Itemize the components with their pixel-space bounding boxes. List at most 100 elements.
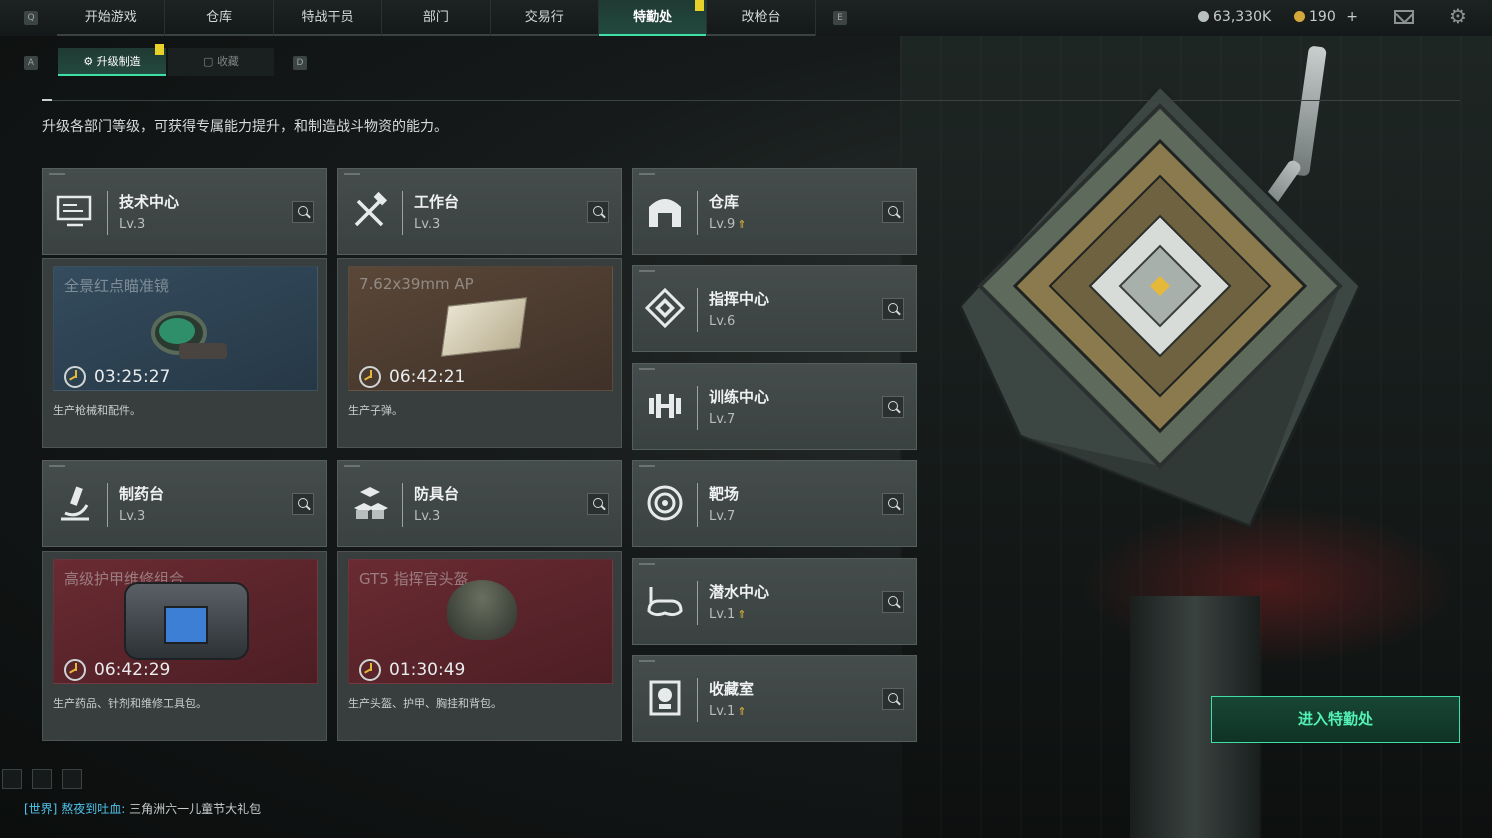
search-icon[interactable] [882,688,904,710]
production-timer: 01:30:49 [389,660,466,680]
dept-name: 工作台 [414,193,460,211]
card-tag [639,563,655,565]
dept-card-pharmacy[interactable]: 制药台 Lv.3 [42,460,327,547]
page-description: 升级各部门等级，可获得专属能力提升，和制造战斗物资的能力。 [42,119,448,135]
dept-card-warehouse[interactable]: 仓库 Lv.9 ⇑ [632,168,917,255]
dept-card-tech-center[interactable]: 技术中心 Lv.3 [42,168,327,255]
search-icon[interactable] [882,201,904,223]
production-timer: 03:25:27 [94,367,171,387]
blocks-icon [354,487,388,519]
production-panel-armor[interactable]: GT5 指挥官头盔 01:30:49 生产头盔、护甲、胸挂和背包。 [337,551,622,741]
production-timer: 06:42:29 [94,660,171,680]
divider-mark [42,99,52,101]
search-icon[interactable] [882,298,904,320]
quick-slot[interactable] [32,769,52,789]
production-item-name: 全景红点瞄准镜 [64,277,170,295]
card-separator [697,386,698,430]
tools-icon [354,191,388,227]
tab-start-game[interactable]: 开始游戏 [57,0,166,36]
production-thumb: 全景红点瞄准镜 03:25:27 [53,266,318,391]
search-icon[interactable] [292,201,314,223]
production-item-name: 7.62x39mm AP [359,275,474,293]
subtab-collection[interactable]: ▢ 收藏 [168,48,274,76]
production-panel-tech[interactable]: 全景红点瞄准镜 03:25:27 生产枪械和配件。 [42,258,327,448]
warehouse-icon [649,199,681,227]
dept-card-armor[interactable]: 防具台 Lv.3 [337,460,622,547]
vault-icon [649,680,681,716]
production-item-name: GT5 指挥官头盔 [359,570,469,588]
add-currency-button[interactable]: + [1346,9,1358,25]
dept-level: Lv.7 [709,412,736,427]
chat-user[interactable]: 熬夜到吐血: [61,802,125,816]
enter-special-ops-button[interactable]: 进入特勤处 [1211,696,1460,743]
tab-warehouse[interactable]: 仓库 [165,0,274,36]
key-hint-left: Q [24,11,38,25]
search-icon[interactable] [882,493,904,515]
dept-card-collection-room[interactable]: 收藏室 Lv.1 ⇑ [632,655,917,742]
tab-gunsmith[interactable]: 改枪台 [707,0,816,36]
command-icon [645,288,685,328]
notification-badge [695,0,704,11]
subtab-key-left: A [24,56,38,70]
silver-currency: 63,330K [1198,0,1271,36]
production-panel-workbench[interactable]: 7.62x39mm AP 06:42:21 生产子弹。 [337,258,622,448]
tab-operators[interactable]: 特战干员 [273,0,383,36]
dept-name: 仓库 [709,193,740,211]
header-divider [42,100,1460,101]
search-icon[interactable] [292,493,314,515]
quick-slot[interactable] [62,769,82,789]
gold-coin-icon [1294,11,1305,22]
quick-slot[interactable] [2,769,22,789]
card-separator [402,191,403,235]
dept-card-diving-center[interactable]: 潜水中心 Lv.1 ⇑ [632,558,917,645]
search-icon[interactable] [587,201,609,223]
dept-name: 防具台 [414,485,460,503]
goggles-icon [647,587,683,617]
search-icon[interactable] [882,591,904,613]
dept-name: 技术中心 [119,193,180,211]
production-panel-pharmacy[interactable]: 高级护甲维修组合 06:42:29 生产药品、针剂和维修工具包。 [42,551,327,741]
top-nav-bar: Q 开始游戏 仓库 特战干员 部门 交易行 特勤处 改枪台 E 63,330K … [0,0,1492,36]
dept-card-command-center[interactable]: 指挥中心 Lv.6 [632,265,917,352]
dept-card-shooting-range[interactable]: 靶场 Lv.7 [632,460,917,547]
target-icon [647,485,683,521]
dept-level: Lv.3 [414,217,441,232]
upgrade-arrow-icon: ⇑ [737,705,747,718]
production-timer: 06:42:21 [389,367,466,387]
card-separator [107,483,108,527]
dept-name: 潜水中心 [709,583,770,601]
clock-icon [64,366,86,388]
gold-amount: 190 [1309,9,1336,25]
gold-currency[interactable]: 190 + [1294,0,1358,36]
search-icon[interactable] [882,396,904,418]
dept-level: Lv.3 [119,509,146,524]
subtab-upgrade-label: 升级制造 [96,55,141,68]
chat-line[interactable]: [世界] 熬夜到吐血: 三角洲六一儿童节大礼包 [24,800,261,817]
dept-name: 训练中心 [709,388,770,406]
subtab-upgrade-craft[interactable]: ⚙ 升级制造 [58,48,166,76]
production-caption: 生产枪械和配件。 [53,404,141,417]
tab-departments[interactable]: 部门 [382,0,491,36]
card-separator [107,191,108,235]
card-separator [697,483,698,527]
card-tag [344,465,360,467]
production-thumb: 7.62x39mm AP 06:42:21 [348,266,613,391]
tab-trade[interactable]: 交易行 [490,0,599,36]
card-tag [49,173,65,175]
monitor-icon [56,195,92,227]
dept-card-training-center[interactable]: 训练中心 Lv.7 [632,363,917,450]
clock-icon [64,659,86,681]
upgrade-arrow-icon: ⇑ [737,218,747,231]
search-icon[interactable] [587,493,609,515]
mail-icon[interactable] [1394,10,1414,24]
dept-level: Lv.6 [709,314,736,329]
production-caption: 生产药品、针剂和维修工具包。 [53,697,207,710]
dumbbell-icon [649,394,681,418]
gear-icon[interactable]: ⚙ [1449,6,1469,26]
dept-card-workbench[interactable]: 工作台 Lv.3 [337,168,622,255]
collection-icon: ▢ [203,55,217,68]
subtab-badge [155,44,164,55]
helmet-image [447,580,517,640]
dept-name: 靶场 [709,485,740,503]
tab-special-ops[interactable]: 特勤处 [598,0,708,36]
